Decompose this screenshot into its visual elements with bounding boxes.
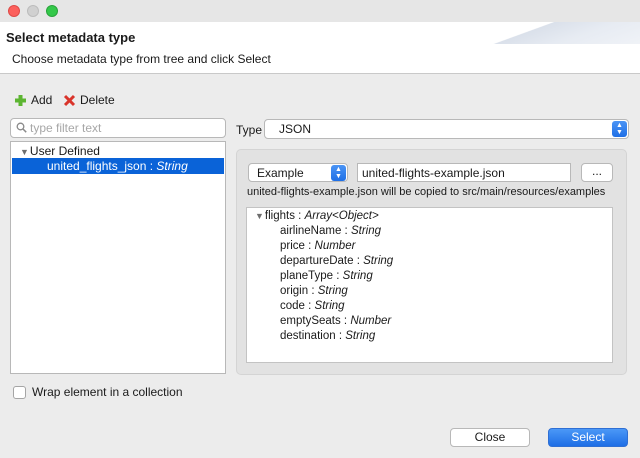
delete-button-label: Delete: [80, 93, 115, 107]
type-select-value: JSON: [279, 122, 312, 136]
example-mode-select[interactable]: Example ▲ ▼: [248, 163, 348, 182]
example-file-input[interactable]: [357, 163, 571, 182]
field-name: origin: [280, 285, 309, 297]
window-zoom-button[interactable]: [46, 5, 58, 17]
structure-field-row[interactable]: departureDate : String: [280, 254, 393, 269]
dialog-subtitle: Choose metadata type from tree and click…: [12, 52, 271, 66]
collapse-triangle-icon[interactable]: ▼: [255, 209, 264, 224]
structure-field-row[interactable]: price : Number: [280, 239, 355, 254]
tree-item-united-flights-json[interactable]: united_flights_json : String: [12, 158, 224, 174]
window-close-button[interactable]: [8, 5, 20, 17]
type-select[interactable]: JSON ▲ ▼: [264, 119, 629, 139]
field-name: price: [280, 240, 305, 252]
tree-item-type: String: [156, 159, 188, 173]
add-button[interactable]: Add: [14, 93, 52, 107]
field-type: String: [317, 285, 348, 297]
filter-field[interactable]: [10, 118, 226, 138]
header-banner-decoration: [490, 22, 640, 44]
field-name: code: [280, 300, 305, 312]
metadata-tree[interactable]: ▼User Defined united_flights_json : Stri…: [10, 141, 226, 374]
field-type: String: [345, 330, 376, 342]
field-type: Number: [314, 240, 356, 252]
tree-group-user-defined[interactable]: ▼User Defined: [12, 143, 224, 159]
structure-root-row[interactable]: ▼flights : Array<Object>: [255, 209, 379, 224]
delete-x-icon: [63, 94, 76, 106]
add-button-label: Add: [31, 93, 53, 107]
tree-item-separator: :: [146, 159, 157, 173]
filter-input[interactable]: [30, 120, 220, 136]
select-arrows-icon: ▲ ▼: [331, 165, 346, 181]
field-name: emptySeats: [280, 315, 341, 327]
structure-field-row[interactable]: destination : String: [280, 329, 375, 344]
close-button[interactable]: Close: [450, 428, 530, 447]
structure-field-row[interactable]: code : String: [280, 299, 345, 314]
tree-item-name: united_flights_json: [47, 159, 147, 173]
dialog-header: Select metadata type Choose metadata typ…: [0, 22, 640, 74]
structure-field-row[interactable]: airlineName : String: [280, 224, 381, 239]
field-name: destination: [280, 330, 336, 342]
field-type: String: [314, 300, 345, 312]
wrap-collection-checkbox[interactable]: [13, 385, 26, 399]
tree-group-label: User Defined: [29, 144, 100, 158]
search-icon: [16, 122, 27, 133]
structure-field-row[interactable]: origin : String: [280, 284, 348, 299]
browse-button[interactable]: ...: [581, 163, 613, 182]
field-name: planeType: [280, 270, 334, 282]
delete-button[interactable]: Delete: [63, 93, 115, 107]
wrap-collection-label: Wrap element in a collection: [32, 385, 183, 399]
select-button[interactable]: Select: [548, 428, 628, 447]
type-label: Type: [236, 123, 263, 137]
select-arrows-icon: ▲ ▼: [612, 121, 627, 137]
structure-field-row[interactable]: emptySeats : Number: [280, 314, 391, 329]
field-name: departureDate: [280, 255, 354, 267]
wrap-collection-option[interactable]: Wrap element in a collection: [13, 385, 183, 399]
field-name: airlineName: [280, 225, 342, 237]
window-minimize-button[interactable]: [27, 5, 39, 17]
field-type: String: [350, 225, 381, 237]
field-type: String: [342, 270, 373, 282]
plus-icon: [15, 94, 26, 106]
field-type: String: [363, 255, 394, 267]
example-mode-value: Example: [257, 166, 304, 180]
field-type: Number: [350, 315, 392, 327]
window-titlebar: [0, 0, 640, 22]
structure-tree[interactable]: ▼flights : Array<Object> airlineName : S…: [246, 207, 613, 363]
structure-field-row[interactable]: planeType : String: [280, 269, 373, 284]
structure-root-name: flights: [264, 210, 295, 222]
dialog-title: Select metadata type: [6, 30, 136, 45]
copy-note: united-flights-example.json will be copi…: [247, 186, 606, 198]
structure-root-type: Array<Object>: [304, 210, 379, 222]
